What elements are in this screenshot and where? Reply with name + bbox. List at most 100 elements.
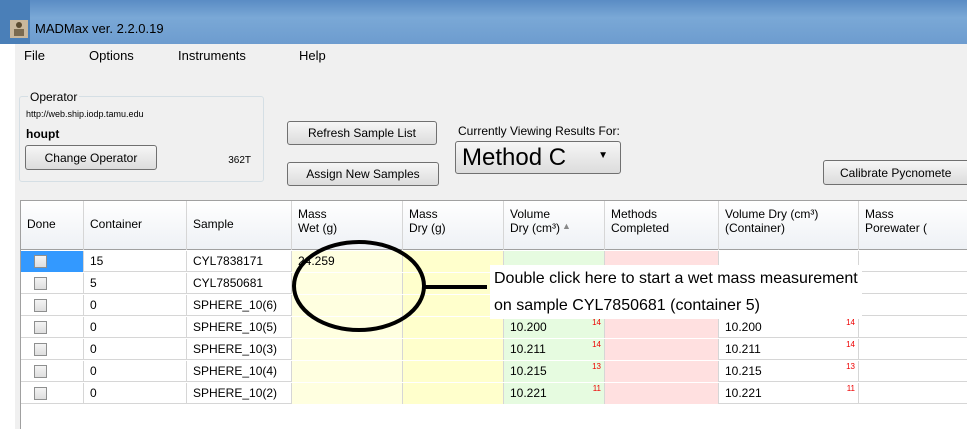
mass-dry-cell[interactable] [403,295,504,316]
container-cell[interactable]: 5 [84,273,187,294]
container-cell[interactable]: 0 [84,383,187,404]
table-row[interactable]: 0 SPHERE_10(4) 10.215 13 10.215 13 [21,361,967,382]
header-methods-line1: Methods [611,207,658,221]
operator-url: http://web.ship.iodp.tamu.edu [26,109,144,119]
vol-cell[interactable]: 10.215 13 [504,361,605,382]
done-checkbox[interactable] [34,365,47,378]
sample-value: SPHERE_10(5) [193,320,278,334]
volc-cell[interactable]: 10.211 14 [719,339,859,360]
pore-cell[interactable] [859,317,967,338]
done-cell[interactable] [21,361,84,382]
mass-dry-cell[interactable] [403,317,504,338]
container-cell[interactable]: 0 [84,317,187,338]
header-mass-dry[interactable]: Mass Dry (g) [403,201,504,250]
sample-value: SPHERE_10(3) [193,342,278,356]
mass-dry-cell[interactable] [403,251,504,272]
table-row[interactable]: 0 SPHERE_10(3) 10.211 14 10.211 14 [21,339,967,360]
done-checkbox[interactable] [34,387,47,400]
flag-marker: 13 [846,362,855,371]
header-mass-wet-line1: Mass [298,207,327,221]
container-value: 0 [90,342,97,356]
pore-cell[interactable] [859,339,967,360]
sample-cell[interactable]: SPHERE_10(2) [187,383,292,404]
flag-marker: 14 [846,318,855,327]
viewing-results-label: Currently Viewing Results For: [458,124,620,138]
pore-cell[interactable] [859,383,967,404]
mass-wet-cell[interactable] [292,339,403,360]
pore-cell[interactable] [859,361,967,382]
methods-cell[interactable] [605,361,719,382]
table-row[interactable]: 0 SPHERE_10(5) 10.200 14 10.200 14 [21,317,967,338]
done-cell[interactable] [21,251,84,272]
flag-marker: 13 [592,362,601,371]
pore-cell[interactable] [859,295,967,316]
change-operator-button[interactable]: Change Operator [25,145,157,170]
mass-wet-cell[interactable] [292,361,403,382]
vol-cell[interactable]: 10.200 14 [504,317,605,338]
mass-wet-cell[interactable] [292,295,403,316]
mass-wet-cell[interactable]: 24.259 [292,251,403,272]
header-mass-dry-line1: Mass [409,207,438,221]
container-cell[interactable]: 0 [84,361,187,382]
volc-cell[interactable]: 10.215 13 [719,361,859,382]
operator-group-label: Operator [28,90,80,104]
done-cell[interactable] [21,383,84,404]
container-value: 0 [90,364,97,378]
container-cell[interactable]: 15 [84,251,187,272]
sample-cell[interactable]: CYL7838171 [187,251,292,272]
container-cell[interactable]: 0 [84,295,187,316]
done-checkbox[interactable] [34,343,47,356]
mass-dry-cell[interactable] [403,361,504,382]
sample-value: SPHERE_10(4) [193,364,278,378]
annotation-line2: on sample CYL7850681 (container 5) [494,297,760,314]
sample-cell[interactable]: SPHERE_10(4) [187,361,292,382]
header-volume-dry-line2: Dry (cm³) [510,221,560,235]
pore-cell[interactable] [859,251,967,272]
done-cell[interactable] [21,339,84,360]
header-sample[interactable]: Sample [187,201,292,250]
mass-wet-cell[interactable] [292,317,403,338]
sample-cell[interactable]: CYL7850681 [187,273,292,294]
done-checkbox[interactable] [34,299,47,312]
menu-instruments[interactable]: Instruments [178,48,246,63]
sample-cell[interactable]: SPHERE_10(3) [187,339,292,360]
assign-new-samples-button[interactable]: Assign New Samples [287,162,439,186]
method-select[interactable]: Method C ▼ [455,141,621,174]
done-checkbox[interactable] [34,321,47,334]
mass-dry-cell[interactable] [403,383,504,404]
vol-cell[interactable]: 10.211 14 [504,339,605,360]
done-checkbox[interactable] [34,277,47,290]
mass-dry-cell[interactable] [403,273,504,294]
menu-file[interactable]: File [24,48,45,63]
methods-cell[interactable] [605,383,719,404]
done-checkbox[interactable] [34,255,47,268]
refresh-sample-list-button[interactable]: Refresh Sample List [287,121,437,145]
mass-wet-cell[interactable] [292,273,403,294]
done-cell[interactable] [21,295,84,316]
table-row[interactable]: 0 SPHERE_10(2) 10.221 11 10.221 11 [21,383,967,404]
sample-cell[interactable]: SPHERE_10(5) [187,317,292,338]
menu-help[interactable]: Help [299,48,326,63]
volc-cell[interactable]: 10.200 14 [719,317,859,338]
menu-options[interactable]: Options [89,48,134,63]
methods-cell[interactable] [605,317,719,338]
sample-cell[interactable]: SPHERE_10(6) [187,295,292,316]
header-pore-line1: Mass [865,207,894,221]
header-done[interactable]: Done [21,201,84,250]
header-methods-completed[interactable]: Methods Completed [605,201,719,250]
done-cell[interactable] [21,273,84,294]
mass-dry-cell[interactable] [403,339,504,360]
header-container[interactable]: Container [84,201,187,250]
container-cell[interactable]: 0 [84,339,187,360]
pore-cell[interactable] [859,273,967,294]
done-cell[interactable] [21,317,84,338]
header-volume-dry-container[interactable]: Volume Dry (cm³) (Container) [719,201,859,250]
mass-wet-cell[interactable] [292,383,403,404]
header-mass-porewater[interactable]: Mass Porewater ( [859,201,967,250]
vol-cell[interactable]: 10.221 11 [504,383,605,404]
methods-cell[interactable] [605,339,719,360]
header-mass-wet[interactable]: Mass Wet (g) [292,201,403,250]
header-volume-dry[interactable]: Volume Dry (cm³) ▲ [504,201,605,250]
calibrate-pycnometer-button[interactable]: Calibrate Pycnomete [823,160,967,185]
volc-cell[interactable]: 10.221 11 [719,383,859,404]
